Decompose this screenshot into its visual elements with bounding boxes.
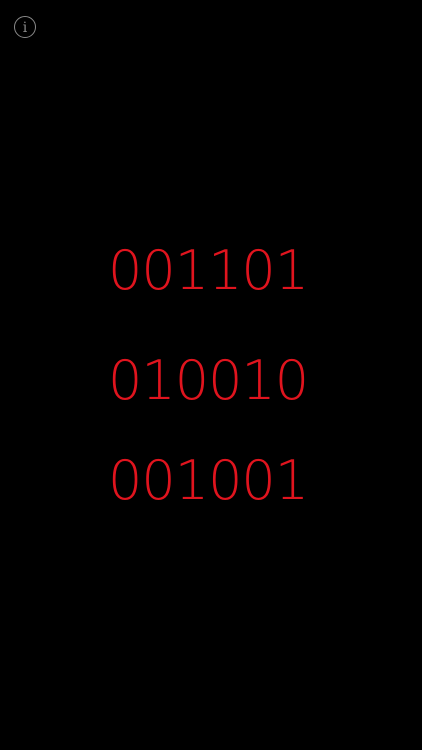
info-button[interactable]: i [14, 16, 36, 38]
hours-binary-readout: 001101 [108, 239, 309, 302]
seconds-binary-readout: 001001 [108, 449, 309, 512]
binary-clock-screen: { "info_button": { "icon": "info-icon", … [0, 0, 422, 750]
info-icon: i [22, 19, 28, 36]
minutes-binary-readout: 010010 [108, 349, 309, 412]
